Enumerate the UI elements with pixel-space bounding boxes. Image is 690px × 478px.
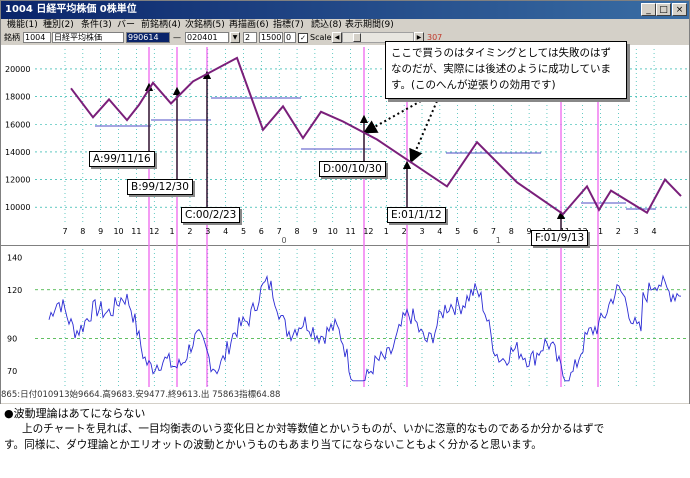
note-box: ここで買うのはタイミングとしては失敗のはずなのだが、実際には後述のように成功して… [385,41,627,99]
menu-item-period[interactable]: 表示期間(9) [345,19,394,31]
maximize-button[interactable]: □ [656,3,671,16]
x-tick-label: 8 [295,227,300,236]
x-tick-label: 6 [473,227,478,236]
scroll-thumb[interactable] [353,33,361,42]
x-tick-label: 4 [652,227,657,236]
close-button[interactable]: × [672,3,687,16]
option-field-b[interactable]: 1500 [259,32,283,43]
x-tick-label: 2 [616,227,621,236]
status-line: 865:日付010913始9664.高9683.安9477.終9613.出 75… [1,389,689,403]
year-label: 1 [496,236,501,245]
x-tick-label: 10 [328,227,338,236]
x-tick-label: 3 [419,227,424,236]
x-tick-label: 2 [187,227,192,236]
y-tick-label: 16000 [5,120,30,129]
x-tick-label: 4 [223,227,228,236]
menu-item-indicator[interactable]: 指標(7) [273,19,304,31]
option-field-c[interactable]: 0 [284,32,296,43]
x-tick-label: 9 [312,227,317,236]
indicator-panel-bg [1,246,689,389]
window-title: 1004 日経平均株価 0株単位 [5,4,137,15]
x-tick-label: 2 [402,227,407,236]
indicator-tick-label: 70 [7,367,17,376]
indicator-tick-label: 120 [7,286,22,295]
menu-item-bar[interactable]: バー [117,19,135,31]
x-tick-label: 12 [149,227,159,236]
y-tick-label: 10000 [5,203,30,212]
x-tick-label: 7 [491,227,496,236]
y-tick-label: 18000 [5,93,30,102]
x-tick-label: 7 [277,227,282,236]
date-to-arrow[interactable]: ▼ [230,32,240,43]
date-to-field[interactable]: 020401 [185,32,229,43]
x-tick-label: 3 [205,227,210,236]
indicator-tick-label: 140 [7,253,22,262]
label-f: F:01/9/13 [531,230,589,246]
menu-bar: 機能(1) 種別(2) 条件(3) バー 前銘柄(4) 次銘柄(5) 再描画(6… [1,19,689,31]
label-c: C:00/2/23 [181,207,241,223]
app-window: 1004 日経平均株価 0株単位 _ □ × 機能(1) 種別(2) 条件(3)… [0,0,690,406]
x-tick-label: 4 [437,227,442,236]
label-e: E:01/1/12 [387,207,446,223]
y-tick-label: 12000 [5,176,30,185]
x-tick-label: 12 [363,227,373,236]
caption-heading: ●波動理論はあてにならない [4,407,146,420]
caption-body-1: 上のチャートを見れば、一目均衡表のいう変化日とか対等数値とかいうものが、いかに恣… [22,423,605,435]
label-d: D:00/10/30 [319,161,386,177]
option-field-a[interactable]: 2 [243,32,257,43]
menu-item-type[interactable]: 種別(2) [43,19,74,31]
menu-item-next[interactable]: 次銘柄(5) [185,19,225,31]
minimize-button[interactable]: _ [641,3,656,16]
x-tick-label: 5 [241,227,246,236]
scale-label: Scale [310,33,332,42]
menu-item-prev[interactable]: 前銘柄(4) [141,19,181,31]
label-b: B:99/12/30 [127,179,193,195]
x-tick-label: 11 [131,227,141,236]
code-label: 銘柄 [4,33,20,42]
date-from-field[interactable]: 990614 [126,32,170,43]
x-tick-label: 6 [259,227,264,236]
name-field[interactable]: 日経平均株価 [52,32,124,43]
menu-item-redraw[interactable]: 再描画(6) [229,19,269,31]
menu-item-function[interactable]: 機能(1) [7,19,38,31]
x-tick-label: 3 [634,227,639,236]
x-tick-label: 8 [80,227,85,236]
x-tick-label: 7 [62,227,67,236]
x-tick-label: 1 [170,227,175,236]
x-tick-label: 9 [98,227,103,236]
code-field[interactable]: 1004 [23,32,51,43]
caption-body-2: す。同様に、ダウ理論とかエリオットの波動とかいうものもあまり当てにならないことも… [4,439,542,451]
range-dash: — [173,33,181,42]
scroll-left-button[interactable]: ◀ [332,32,342,43]
year-label: 0 [282,236,287,245]
x-tick-label: 8 [509,227,514,236]
x-tick-label: 11 [346,227,356,236]
title-bar: 1004 日経平均株価 0株単位 _ □ × [1,1,689,19]
menu-item-condition[interactable]: 条件(3) [81,19,112,31]
x-tick-label: 1 [598,227,603,236]
y-tick-label: 14000 [5,148,30,157]
label-a: A:99/11/16 [89,151,155,167]
caption: ●波動理論はあてにならない 上のチャートを見れば、一目均衡表のいう変化日とか対等… [0,404,690,478]
menu-item-load[interactable]: 読込(8) [311,19,342,31]
x-tick-label: 5 [455,227,460,236]
x-tick-label: 1 [384,227,389,236]
indicator-tick-label: 90 [7,335,17,344]
x-tick-label: 10 [113,227,123,236]
y-tick-label: 20000 [5,65,30,74]
scale-checkbox[interactable]: ✓ [298,33,308,43]
